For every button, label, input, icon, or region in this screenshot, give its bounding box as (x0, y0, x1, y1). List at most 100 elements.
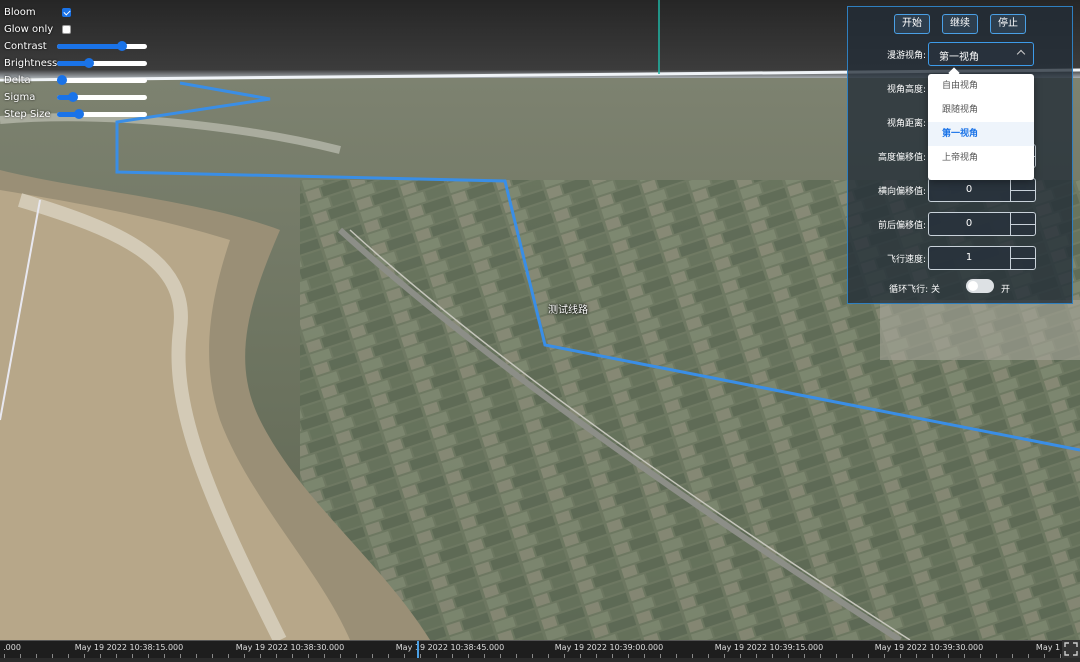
timeline-tick (260, 654, 261, 658)
view-mode-dropdown: 自由视角 跟随视角 第一视角 上帝视角 (928, 74, 1034, 180)
lateral-offset-input[interactable]: 0 (928, 178, 1036, 202)
view-option-god[interactable]: 上帝视角 (928, 146, 1034, 170)
longitudinal-offset-label: 前后偏移值: (877, 221, 926, 231)
timeline-tick (468, 654, 469, 658)
timeline-tick (692, 654, 693, 658)
roam-controls: 开始 继续 停止 (848, 14, 1072, 34)
timeline-tick (324, 654, 325, 658)
timeline-tick (340, 654, 341, 658)
step-size-slider[interactable] (57, 109, 147, 119)
timeline-tick (164, 654, 165, 658)
timeline-tick (500, 654, 501, 658)
start-button[interactable]: 开始 (894, 14, 930, 34)
view-mode-row: 漫游视角: 第一视角 (848, 42, 1072, 66)
view-mode-select[interactable]: 第一视角 (928, 42, 1034, 66)
timeline-label: May 1 (1035, 643, 1061, 652)
timeline-tick (900, 654, 901, 658)
timeline-tick (20, 654, 21, 658)
longitudinal-offset-input[interactable]: 0 (928, 212, 1036, 236)
glow-only-label: Glow only (4, 24, 54, 35)
brightness-slider[interactable] (57, 58, 147, 68)
route-label: 测试线路 (548, 305, 588, 316)
continue-button[interactable]: 继续 (942, 14, 978, 34)
loop-flight-toggle[interactable] (966, 279, 994, 293)
bloom-checkbox[interactable] (62, 8, 71, 17)
stop-button[interactable]: 停止 (990, 14, 1026, 34)
timeline-tick (948, 654, 949, 658)
timeline-tick (932, 654, 933, 658)
timeline-tick (884, 654, 885, 658)
timeline-tick (1028, 654, 1029, 658)
lateral-offset-value: 0 (965, 184, 973, 195)
timeline-tick (276, 654, 277, 658)
timeline-tick (596, 654, 597, 658)
timeline-label: May 19 2022 10:38:15.000 (74, 643, 184, 652)
timeline-label: May 19 2022 10:38:30.000 (235, 643, 345, 652)
timeline-label: May 19 2022 10:39:15.000 (714, 643, 824, 652)
glow-only-checkbox[interactable] (62, 25, 71, 34)
timeline-tick (660, 654, 661, 658)
lateral-offset-stepper[interactable] (1010, 179, 1035, 201)
longitudinal-offset-value: 0 (965, 218, 973, 229)
bloom-settings-panel: Bloom Glow only Contrast Brightness Delt… (4, 4, 174, 123)
timeline-tick (772, 654, 773, 658)
delta-slider[interactable] (57, 75, 147, 85)
sigma-row: Sigma (4, 89, 174, 106)
step-size-label: Step Size (4, 109, 51, 120)
sigma-slider[interactable] (57, 92, 147, 102)
timeline-tick (836, 654, 837, 658)
timeline-tick (564, 654, 565, 658)
timeline-tick (356, 654, 357, 658)
timeline-tick (868, 654, 869, 658)
view-option-follow[interactable]: 跟随视角 (928, 98, 1034, 122)
timeline-tick (676, 654, 677, 658)
bloom-label: Bloom (4, 7, 36, 18)
loop-flight-row: 循环飞行: 关 开 (848, 279, 1072, 299)
view-height-label: 视角高度: (886, 85, 926, 95)
timeline-tick (612, 654, 613, 658)
flight-speed-input[interactable]: 1 (928, 246, 1036, 270)
view-distance-label: 视角距离: (886, 119, 926, 129)
view-mode-value: 第一视角 (939, 52, 979, 63)
timeline-tick (580, 654, 581, 658)
timeline-bar[interactable]: .000 May 19 2022 10:38:15.000 May 19 202… (0, 640, 1080, 658)
view-option-first-person[interactable]: 第一视角 (928, 122, 1034, 146)
flight-speed-value: 1 (965, 252, 973, 263)
delta-label: Delta (4, 75, 31, 86)
timeline-tick (388, 654, 389, 658)
timeline-tick (628, 654, 629, 658)
lateral-offset-row: 横向偏移值: 0 (848, 178, 1072, 202)
contrast-row: Contrast (4, 38, 174, 55)
timeline-tick (292, 654, 293, 658)
timeline-tick (36, 654, 37, 658)
fullscreen-icon (1064, 642, 1078, 656)
fullscreen-button[interactable] (1062, 640, 1080, 658)
flight-speed-stepper[interactable] (1010, 247, 1035, 269)
timeline-label: May 19 2022 10:39:00.000 (554, 643, 664, 652)
timeline-tick (820, 654, 821, 658)
longitudinal-offset-stepper[interactable] (1010, 213, 1035, 235)
timeline-current-marker[interactable] (417, 641, 419, 658)
timeline-tick (516, 654, 517, 658)
chevron-up-icon (1016, 49, 1026, 59)
timeline-tick (548, 654, 549, 658)
timeline-tick (916, 654, 917, 658)
timeline-tick (436, 654, 437, 658)
timeline-tick (196, 654, 197, 658)
longitudinal-offset-row: 前后偏移值: 0 (848, 212, 1072, 236)
timeline-tick (532, 654, 533, 658)
sigma-label: Sigma (4, 92, 36, 103)
step-size-row: Step Size (4, 106, 174, 123)
timeline-tick (740, 654, 741, 658)
delta-row: Delta (4, 72, 174, 89)
timeline-tick (644, 654, 645, 658)
timeline-tick (212, 654, 213, 658)
glow-only-row: Glow only (4, 21, 174, 38)
view-option-free[interactable]: 自由视角 (928, 74, 1034, 98)
timeline-tick (100, 654, 101, 658)
timeline-tick (724, 654, 725, 658)
contrast-slider[interactable] (57, 41, 147, 51)
timeline-label: May 19 2022 10:39:30.000 (874, 643, 984, 652)
timeline-tick (452, 654, 453, 658)
height-offset-label: 高度偏移值: (877, 153, 926, 163)
